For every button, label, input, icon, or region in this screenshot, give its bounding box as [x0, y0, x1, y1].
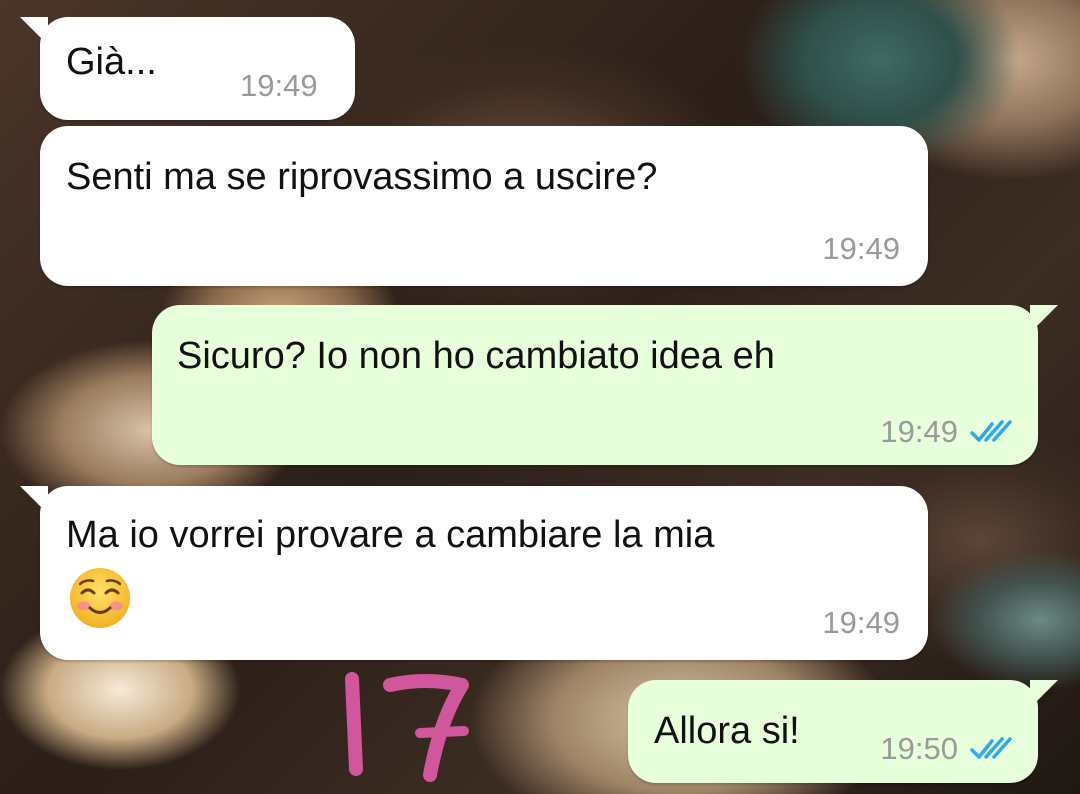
message-timestamp: 19:49 [880, 414, 958, 449]
message-text: Ma io vorrei provare a cambiare la mia [66, 514, 715, 556]
message-text: Già... [66, 41, 157, 83]
bubble-tail [20, 17, 48, 45]
smiling-face-icon [70, 568, 130, 628]
bubble-tail [1030, 305, 1058, 333]
message-bubble-incoming[interactable]: Senti ma se riprovassimo a uscire? 19:49 [40, 126, 928, 286]
message-text: Allora si! [654, 710, 800, 752]
message-timestamp: 19:49 [822, 231, 900, 266]
message-bubble-incoming[interactable]: Ma io vorrei provare a cambiare la mia 1… [20, 486, 928, 660]
double-check-icon [970, 737, 1012, 759]
message-bubble-outgoing[interactable]: Allora si! 19:50 [628, 680, 1058, 783]
double-check-icon [970, 420, 1012, 442]
message-timestamp: 19:49 [240, 68, 318, 103]
message-text: Sicuro? Io non ho cambiato idea eh [177, 335, 775, 377]
bubble-tail [20, 486, 48, 514]
message-timestamp: 19:50 [880, 731, 958, 766]
message-bubble-outgoing[interactable]: Sicuro? Io non ho cambiato idea eh 19:49 [152, 305, 1058, 465]
bubble-tail [1030, 680, 1058, 708]
message-timestamp: 19:49 [822, 605, 900, 640]
handwritten-number-annotation [345, 672, 469, 782]
message-bubble-incoming[interactable]: Già... 19:49 [20, 17, 355, 120]
message-text: Senti ma se riprovassimo a uscire? [66, 156, 658, 198]
